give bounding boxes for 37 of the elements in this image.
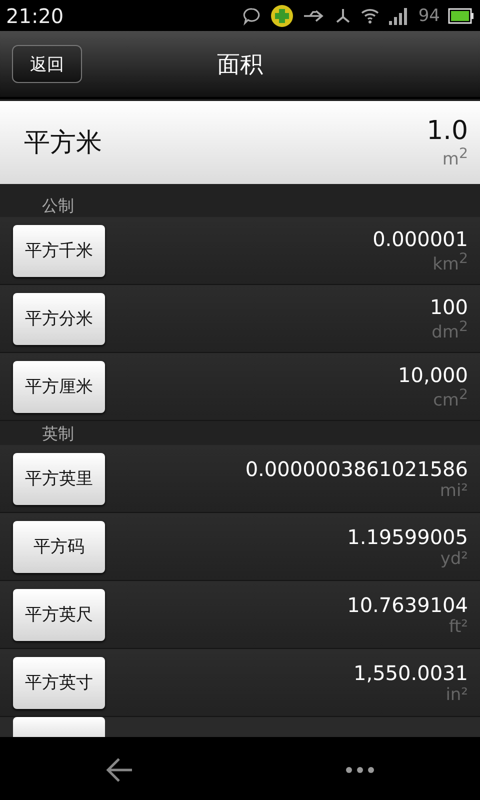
- back-button[interactable]: 返回: [12, 45, 82, 83]
- status-time: 21:20: [6, 4, 65, 28]
- base-unit-name: 平方米: [24, 127, 103, 160]
- unit-button[interactable]: 平方英里: [13, 452, 105, 504]
- unit-symbol: yd²: [440, 548, 468, 568]
- more-icon[interactable]: [344, 766, 374, 774]
- network-icon: [334, 6, 352, 24]
- unit-symbol: ft²: [448, 616, 468, 636]
- battery-icon: [448, 8, 474, 24]
- unit-button[interactable]: 平方英尺: [13, 588, 105, 640]
- unit-symbol: m$^{2}$: [442, 146, 468, 170]
- unit-button[interactable]: 平方英寸: [13, 656, 105, 708]
- converted-value: 10,000: [398, 362, 468, 387]
- wifi-icon: [360, 6, 380, 24]
- base-value: 1.0: [426, 116, 468, 146]
- plus-shield-icon: [270, 4, 294, 28]
- unit-symbol: in²: [446, 684, 468, 704]
- unit-symbol: km$^{2}$: [432, 250, 468, 274]
- battery-percent: 94: [418, 6, 440, 26]
- converted-value: 0.000001: [372, 226, 468, 251]
- unit-button[interactable]: 平方千米: [13, 224, 105, 276]
- section-header: 英制: [42, 424, 74, 445]
- section-header: 公制: [42, 196, 74, 217]
- unit-button[interactable]: 平方厘米: [13, 360, 105, 412]
- converted-value: 100: [430, 294, 468, 319]
- page-title: 面积: [217, 50, 263, 80]
- unit-symbol: cm$^{2}$: [433, 386, 468, 410]
- unit-button[interactable]: 平方分米: [13, 292, 105, 344]
- unit-symbol: mi²: [440, 480, 468, 500]
- unit-button[interactable]: 平方码: [13, 520, 105, 572]
- converted-value: 10.7639104: [347, 592, 468, 616]
- converted-value: 1.19599005: [347, 524, 468, 548]
- unit-symbol: dm$^{2}$: [432, 318, 468, 342]
- converted-value: 0.0000003861021586: [245, 456, 468, 480]
- back-arrow-icon[interactable]: [106, 757, 134, 783]
- converted-value: 1,550.0031: [353, 660, 468, 684]
- chat-bubble-icon: [242, 6, 262, 26]
